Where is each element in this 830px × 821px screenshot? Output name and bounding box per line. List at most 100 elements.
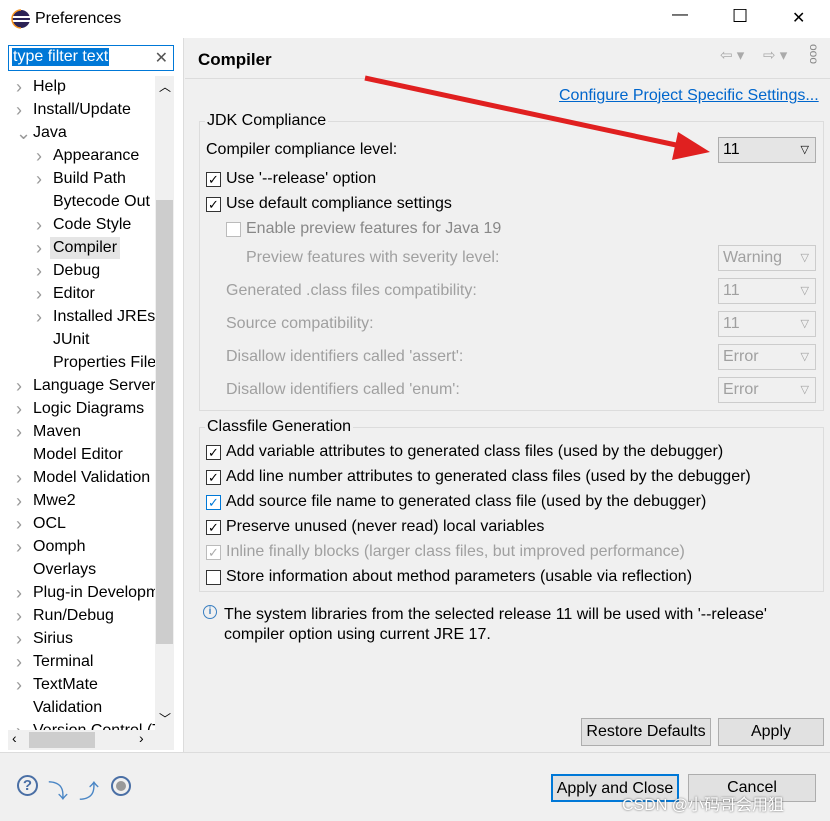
- chevron-down-icon[interactable]: ⌄: [16, 122, 31, 144]
- minimize-button[interactable]: —: [672, 6, 688, 24]
- release-option-label: Use '--release' option: [226, 170, 377, 187]
- release-option-checkbox[interactable]: ✓: [206, 172, 221, 187]
- clear-filter-icon[interactable]: ✕: [155, 48, 168, 68]
- jdk-row-select[interactable]: Warning ▽: [718, 245, 816, 271]
- apply-button[interactable]: Apply: [718, 718, 824, 746]
- scroll-right-icon[interactable]: ›: [139, 730, 144, 746]
- chevron-right-icon[interactable]: ›: [36, 145, 42, 167]
- tree-item[interactable]: › Maven: [16, 421, 81, 443]
- chevron-right-icon[interactable]: ›: [16, 674, 22, 696]
- tree-item[interactable]: Properties File: [53, 352, 155, 374]
- horizontal-scrollbar[interactable]: ‹ ›: [8, 730, 174, 750]
- jdk-row-select[interactable]: 11 ▽: [718, 311, 816, 337]
- chevron-right-icon[interactable]: ›: [36, 306, 42, 328]
- classfile-option-checkbox[interactable]: ✓: [206, 445, 221, 460]
- eclipse-logo-icon: [11, 9, 30, 29]
- chevron-right-icon[interactable]: ›: [16, 76, 22, 98]
- forward-icon[interactable]: ⇨ ▾: [763, 46, 787, 64]
- classfile-option-checkbox[interactable]: [206, 570, 221, 585]
- filter-input[interactable]: type filter text ✕: [8, 45, 174, 71]
- tree-item[interactable]: › Editor: [36, 283, 95, 305]
- tree-item[interactable]: › Help: [16, 76, 66, 98]
- tree-item[interactable]: › Terminal: [16, 651, 93, 673]
- tree-item[interactable]: › Mwe2: [16, 490, 76, 512]
- back-icon[interactable]: ⇦ ▾: [720, 46, 744, 64]
- import-icon[interactable]: ⤵: [48, 775, 68, 804]
- default-compliance-checkbox[interactable]: ✓: [206, 197, 221, 212]
- tree-item[interactable]: Overlays: [33, 559, 96, 581]
- record-icon[interactable]: [111, 776, 131, 796]
- hscrollbar-thumb[interactable]: [29, 732, 95, 748]
- chevron-right-icon[interactable]: ›: [16, 582, 22, 604]
- chevron-right-icon[interactable]: ›: [36, 237, 42, 259]
- chevron-right-icon[interactable]: ›: [16, 605, 22, 627]
- tree-item[interactable]: JUnit: [53, 329, 89, 351]
- tree-item[interactable]: Validation: [33, 697, 102, 719]
- jdk-row-select[interactable]: Error ▽: [718, 377, 816, 403]
- classfile-option-label: Add variable attributes to generated cla…: [226, 443, 724, 460]
- preview-features-checkbox[interactable]: [226, 222, 241, 237]
- chevron-right-icon[interactable]: ›: [16, 99, 22, 121]
- classfile-option-label: Store information about method parameter…: [226, 568, 693, 585]
- tree-item[interactable]: Model Editor: [33, 444, 123, 466]
- jdk-row-label: Preview features with severity level:: [246, 249, 500, 266]
- chevron-right-icon[interactable]: ›: [16, 467, 22, 489]
- chevron-right-icon[interactable]: ›: [36, 214, 42, 236]
- chevron-right-icon[interactable]: ›: [16, 398, 22, 420]
- export-icon[interactable]: ⤴: [79, 775, 99, 804]
- tree-item[interactable]: › Code Style: [36, 214, 131, 236]
- classfile-option-checkbox[interactable]: ✓: [206, 545, 221, 560]
- tree-item[interactable]: ›Version Control (Team): [16, 720, 155, 730]
- info-icon: i: [203, 605, 217, 619]
- chevron-right-icon[interactable]: ›: [36, 260, 42, 282]
- jdk-row-label: Generated .class files compatibility:: [226, 282, 477, 299]
- scroll-down-icon[interactable]: ﹀: [159, 710, 171, 727]
- chevron-right-icon[interactable]: ›: [16, 375, 22, 397]
- classfile-option-label: Add line number attributes to generated …: [226, 468, 751, 485]
- default-compliance-label: Use default compliance settings: [226, 195, 452, 212]
- chevron-right-icon[interactable]: ›: [16, 536, 22, 558]
- tree-item[interactable]: › Install/Update: [16, 99, 131, 121]
- restore-defaults-button[interactable]: Restore Defaults: [581, 718, 711, 746]
- tree-item[interactable]: › Appearance: [36, 145, 139, 167]
- vertical-scrollbar[interactable]: ︿ ﹀: [155, 76, 174, 730]
- chevron-right-icon[interactable]: ›: [16, 651, 22, 673]
- tree-item[interactable]: › Logic Diagrams: [16, 398, 144, 420]
- info-text-line1: The system libraries from the selected r…: [224, 606, 767, 623]
- chevron-right-icon[interactable]: ›: [16, 513, 22, 535]
- scroll-left-icon[interactable]: ‹: [12, 730, 17, 746]
- tree-item[interactable]: › Run/Debug: [16, 605, 114, 627]
- tree-item[interactable]: ⌄ Java: [16, 122, 67, 144]
- tree-item[interactable]: › TextMate: [16, 674, 98, 696]
- tree-item[interactable]: › Language Server: [16, 375, 155, 397]
- tree-item[interactable]: Bytecode Out: [53, 191, 150, 213]
- classfile-option-checkbox[interactable]: ✓: [206, 495, 221, 510]
- jdk-row-select[interactable]: Error ▽: [718, 344, 816, 370]
- chevron-right-icon[interactable]: ›: [36, 168, 42, 190]
- tree-item[interactable]: › Compiler: [36, 237, 121, 259]
- tree-item[interactable]: › OCL: [16, 513, 66, 535]
- classfile-option-checkbox[interactable]: ✓: [206, 520, 221, 535]
- tree-item[interactable]: › Build Path: [36, 168, 126, 190]
- tree-item[interactable]: › Debug: [36, 260, 100, 282]
- close-button[interactable]: ✕: [792, 8, 805, 28]
- classfile-option-checkbox[interactable]: ✓: [206, 470, 221, 485]
- chevron-right-icon[interactable]: ›: [16, 628, 22, 650]
- tree-item[interactable]: › Installed JREs: [36, 306, 155, 328]
- chevron-right-icon[interactable]: ›: [16, 421, 22, 443]
- maximize-button[interactable]: ☐: [732, 6, 748, 27]
- chevron-right-icon[interactable]: ›: [36, 283, 42, 305]
- tree-item[interactable]: › Sirius: [16, 628, 73, 650]
- preview-features-label: Enable preview features for Java 19: [246, 220, 502, 237]
- jdk-row-select[interactable]: 11 ▽: [718, 278, 816, 304]
- view-menu-icon[interactable]: ooo: [807, 44, 821, 64]
- chevron-right-icon[interactable]: ›: [16, 490, 22, 512]
- scrollbar-thumb[interactable]: [156, 200, 173, 644]
- scroll-up-icon[interactable]: ︿: [159, 78, 171, 95]
- tree-item[interactable]: › Model Validation: [16, 467, 150, 489]
- help-icon[interactable]: ?: [17, 775, 38, 796]
- tree-item[interactable]: ›Plug-in Development: [16, 582, 155, 604]
- tree-item[interactable]: › Oomph: [16, 536, 85, 558]
- chevron-right-icon[interactable]: ›: [16, 720, 22, 730]
- compliance-level-select[interactable]: 11 ▽: [718, 137, 816, 163]
